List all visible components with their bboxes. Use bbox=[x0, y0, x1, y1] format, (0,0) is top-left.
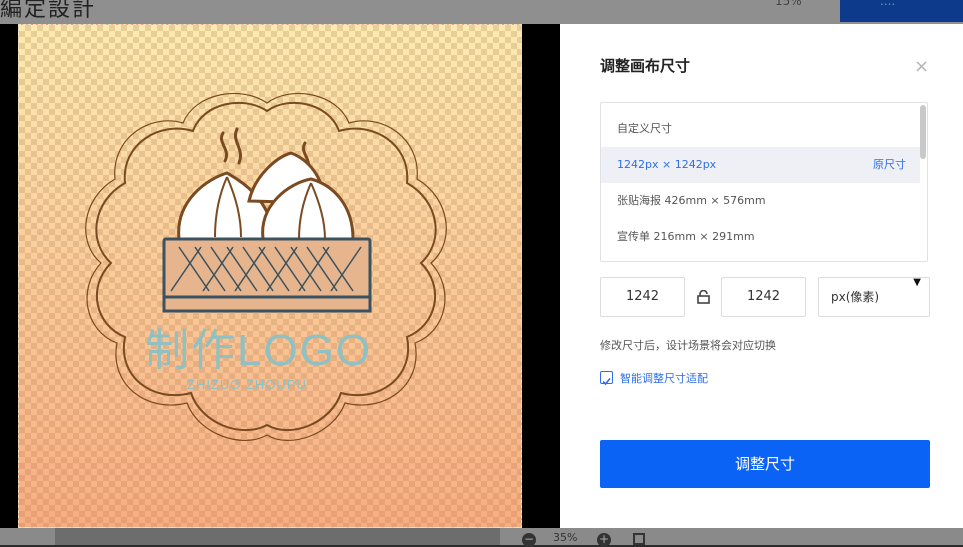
chevron-down-icon: ▼ bbox=[913, 277, 921, 288]
unit-select[interactable]: px(像素) ▼ bbox=[818, 277, 930, 317]
top-primary-button-label: .... bbox=[880, 0, 896, 8]
size-option-flyer[interactable]: 宣传单 216mm × 291mm bbox=[601, 219, 920, 255]
logo-artwork: 制作LOGO ZHIZUO ZHOUPU bbox=[85, 92, 447, 442]
check-icon bbox=[602, 377, 611, 386]
resize-note: 修改尺寸后，设计场景将会对应切换 bbox=[600, 339, 776, 352]
smart-fit-checkbox[interactable] bbox=[600, 371, 613, 386]
original-size-tag: 原尺寸 bbox=[873, 158, 906, 171]
app-title: 編定設計 bbox=[0, 0, 97, 22]
unlock-icon[interactable] bbox=[697, 289, 710, 308]
top-primary-button[interactable]: .... bbox=[840, 0, 963, 22]
bottom-toolbar: − 35% + bbox=[0, 528, 963, 547]
top-zoom-text: 15% bbox=[775, 0, 802, 8]
size-option-label: 张贴海报 426mm × 576mm bbox=[617, 194, 766, 207]
height-input[interactable]: 1242 bbox=[721, 277, 806, 317]
design-canvas[interactable]: 制作LOGO ZHIZUO ZHOUPU bbox=[18, 24, 522, 528]
resize-canvas-dialog: 调整画布尺寸 × 自定义尺寸 1242px × 1242px 原尺寸 张贴海报 4… bbox=[560, 24, 963, 528]
fit-screen-icon[interactable] bbox=[633, 533, 645, 545]
size-preset-list[interactable]: 自定义尺寸 1242px × 1242px 原尺寸 张贴海报 426mm × 57… bbox=[600, 102, 928, 262]
unit-value: px(像素) bbox=[831, 290, 880, 304]
size-option-label: 自定义尺寸 bbox=[617, 122, 672, 135]
close-icon[interactable]: × bbox=[914, 56, 929, 77]
list-scrollbar[interactable] bbox=[920, 105, 926, 159]
bottom-strip bbox=[55, 528, 500, 545]
smart-fit-label[interactable]: 智能调整尺寸适配 bbox=[620, 370, 708, 386]
steamed-buns bbox=[177, 151, 355, 241]
size-option-poster[interactable]: 张贴海报 426mm × 576mm bbox=[601, 183, 920, 219]
zoom-level: 35% bbox=[553, 531, 578, 544]
logo-sub-text: ZHIZUO ZHOUPU bbox=[187, 377, 307, 392]
resize-submit-button[interactable]: 调整尺寸 bbox=[600, 440, 930, 488]
dialog-title: 调整画布尺寸 bbox=[600, 57, 691, 75]
top-toolbar: 編定設計 15% .... bbox=[0, 0, 963, 24]
logo-main-text: 制作LOGO bbox=[145, 326, 372, 375]
canvas-stage: 制作LOGO ZHIZUO ZHOUPU bbox=[0, 24, 560, 528]
size-option-custom[interactable]: 自定义尺寸 bbox=[601, 111, 920, 147]
size-option-original[interactable]: 1242px × 1242px 原尺寸 bbox=[601, 147, 920, 183]
size-option-label: 1242px × 1242px bbox=[617, 158, 717, 171]
size-option-label: 宣传单 216mm × 291mm bbox=[617, 230, 755, 243]
steamer-basket bbox=[162, 237, 372, 313]
width-input[interactable]: 1242 bbox=[600, 277, 685, 317]
